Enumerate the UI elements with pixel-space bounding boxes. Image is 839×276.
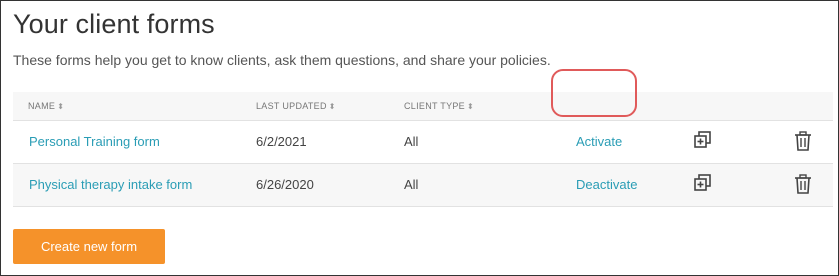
column-header-name[interactable]: NAME ⬍ — [28, 101, 64, 111]
callout-highlight — [551, 69, 637, 117]
sort-arrows-icon: ⬍ — [467, 102, 475, 111]
last-updated: 6/26/2020 — [256, 177, 314, 192]
column-header-client-type[interactable]: CLIENT TYPE ⬍ — [404, 101, 474, 111]
table-row: Physical therapy intake form 6/26/2020 A… — [13, 164, 833, 207]
form-name-link[interactable]: Physical therapy intake form — [29, 177, 192, 192]
page-subtitle: These forms help you get to know clients… — [13, 52, 551, 68]
sort-arrows-icon: ⬍ — [328, 102, 336, 111]
trash-icon[interactable] — [793, 130, 815, 152]
page-title: Your client forms — [13, 9, 215, 39]
trash-icon[interactable] — [793, 173, 815, 195]
client-type: All — [404, 134, 419, 149]
deactivate-link[interactable]: Deactivate — [576, 177, 637, 192]
column-header-last-updated[interactable]: LAST UPDATED ⬍ — [256, 101, 336, 111]
form-name-link[interactable]: Personal Training form — [29, 134, 160, 149]
create-new-form-button[interactable]: Create new form — [13, 229, 165, 264]
table-row: Personal Training form 6/2/2021 All Acti… — [13, 121, 833, 164]
table-header: NAME ⬍ LAST UPDATED ⬍ CLIENT TYPE ⬍ — [13, 92, 833, 121]
client-forms-panel: Your client forms These forms help you g… — [0, 0, 839, 276]
forms-table: NAME ⬍ LAST UPDATED ⬍ CLIENT TYPE ⬍ Persona… — [13, 92, 833, 207]
last-updated: 6/2/2021 — [256, 134, 307, 149]
duplicate-icon[interactable] — [693, 173, 715, 195]
duplicate-icon[interactable] — [693, 130, 715, 152]
sort-arrows-icon: ⬍ — [57, 102, 65, 111]
activate-link[interactable]: Activate — [576, 134, 622, 149]
client-type: All — [404, 177, 419, 192]
